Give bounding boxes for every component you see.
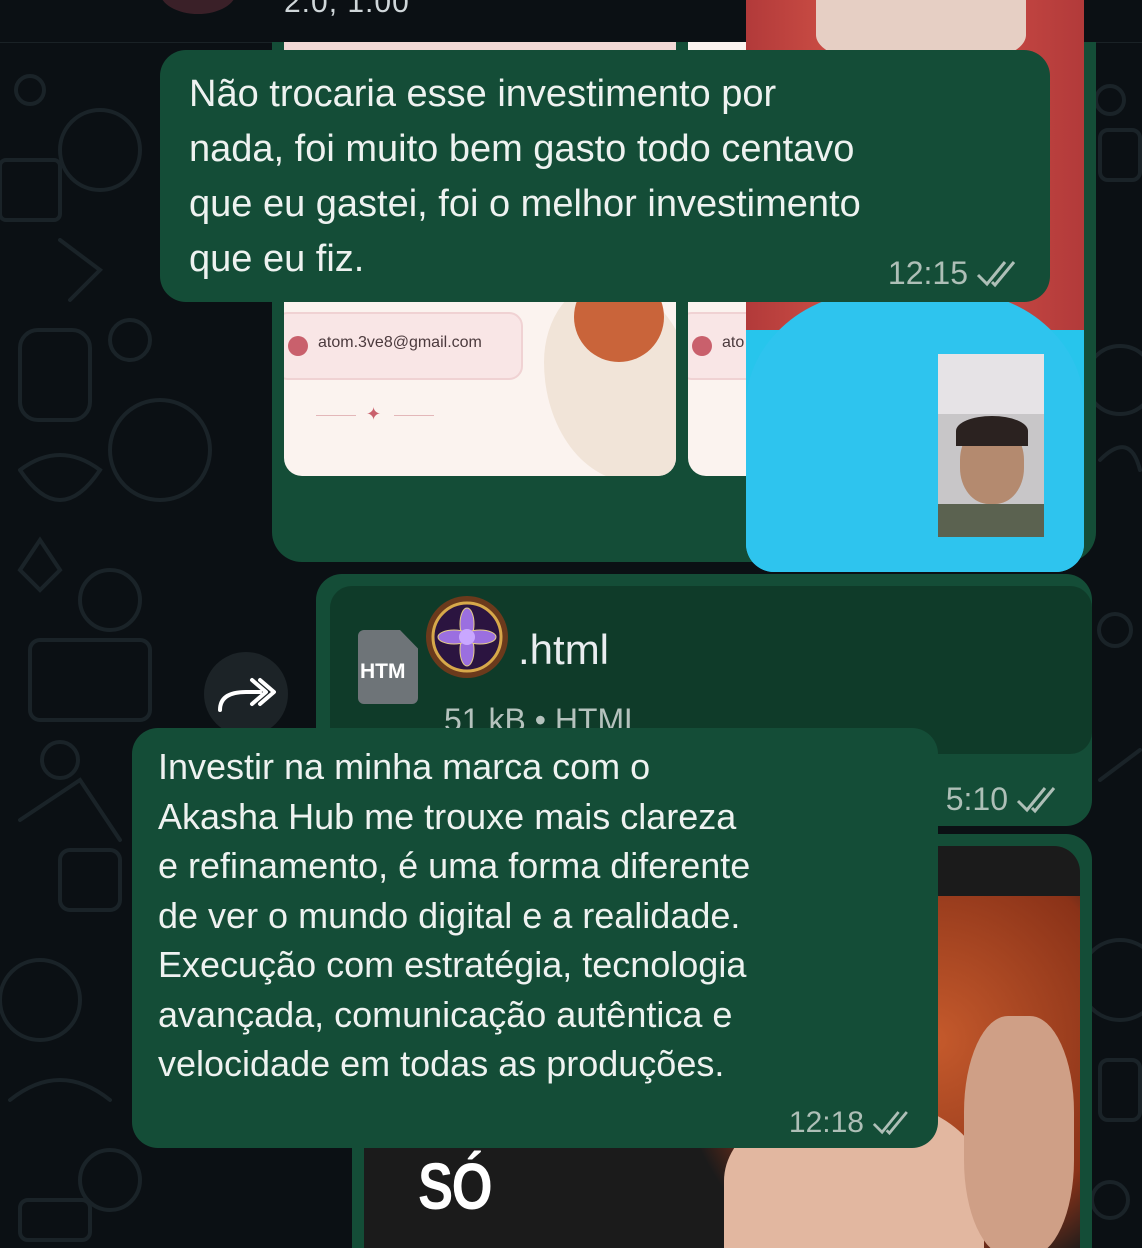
message-time: 12:15 xyxy=(887,255,968,291)
divider-left xyxy=(316,415,356,416)
header-subtitle: 2:0, 1:00 xyxy=(284,0,410,19)
message-meta-2: 12:18 xyxy=(789,1106,916,1140)
message-bubble-2[interactable]: Investir na minha marca com o Akasha Hub… xyxy=(132,728,938,1148)
divider-right xyxy=(394,415,434,416)
html-file-icon: HTM xyxy=(358,630,418,704)
lotus-logo-icon xyxy=(426,596,508,678)
photo-overlay-text: SÓ xyxy=(418,1149,493,1223)
email-text-partial: ato xyxy=(722,334,745,351)
message-time: 12:18 xyxy=(788,1106,864,1139)
mail-icon xyxy=(692,336,712,356)
forward-icon xyxy=(218,678,276,712)
message-text-1: Não trocaria esse investimento por nada,… xyxy=(189,73,861,280)
message-meta-1: 12:15 xyxy=(888,255,1024,292)
forward-button[interactable] xyxy=(204,652,288,736)
file-message-meta: 5:10 xyxy=(946,781,1064,818)
message-bubble-1[interactable]: Não trocaria esse investimento por nada,… xyxy=(160,50,1050,302)
double-check-icon xyxy=(976,260,1016,287)
message-text-2: Investir na minha marca com o Akasha Hub… xyxy=(158,746,751,1084)
email-text: atom.3ve8@gmail.com xyxy=(318,334,482,351)
email-pill: atom.3ve8@gmail.com xyxy=(284,312,523,380)
sparkle-icon: ✦ xyxy=(366,404,382,424)
self-view-thumbnail[interactable] xyxy=(938,354,1044,537)
file-message-time: 5:10 xyxy=(945,781,1008,817)
file-name: .html xyxy=(518,626,610,673)
double-check-icon xyxy=(1016,786,1056,813)
photo-hand xyxy=(964,1016,1074,1248)
mail-icon xyxy=(288,336,308,356)
double-check-icon xyxy=(872,1111,908,1136)
contact-avatar[interactable] xyxy=(160,0,236,14)
